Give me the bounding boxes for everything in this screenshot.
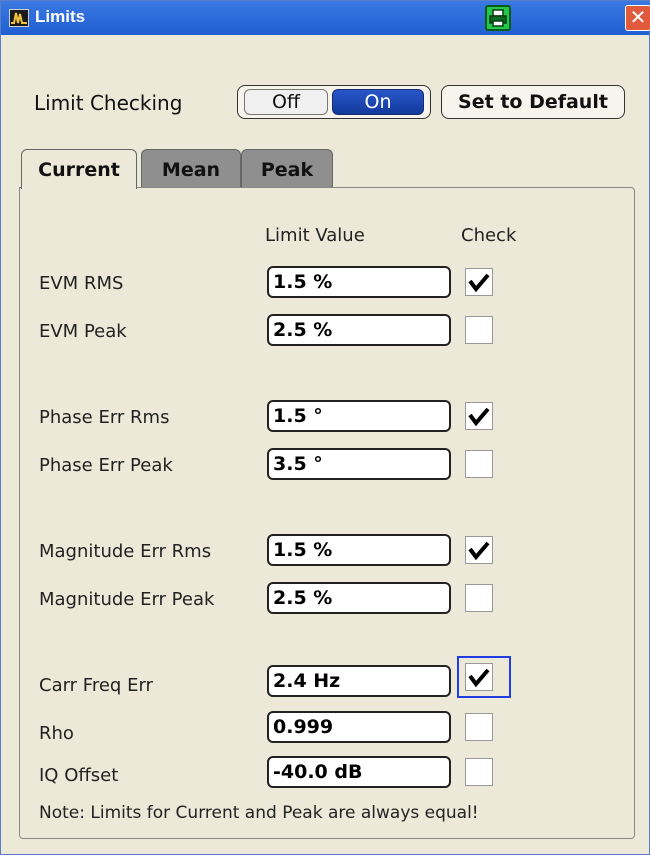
row-label-rho: Rho xyxy=(39,723,74,744)
row-label-iq-offset: IQ Offset xyxy=(39,765,119,786)
row-label-evm-rms: EVM RMS xyxy=(39,273,124,294)
set-to-default-button[interactable]: Set to Default xyxy=(441,85,625,119)
phase-err-rms-checkbox[interactable] xyxy=(465,402,493,430)
tab-peak[interactable]: Peak xyxy=(241,149,333,189)
row-label-carr-freq-err: Carr Freq Err xyxy=(39,675,153,696)
tab-current[interactable]: Current xyxy=(21,149,137,189)
waveform-app-icon xyxy=(9,9,29,27)
row-label-magnitude-err-peak: Magnitude Err Peak xyxy=(39,589,215,610)
row-label-phase-err-rms: Phase Err Rms xyxy=(39,407,170,428)
row-label-phase-err-peak: Phase Err Peak xyxy=(39,455,173,476)
magnitude-err-peak-field[interactable]: 2.5 % xyxy=(267,582,451,614)
check-header: Check xyxy=(461,225,517,246)
rho-checkbox[interactable] xyxy=(465,713,493,741)
title-bar: Limits ✕ xyxy=(1,1,650,35)
evm-peak-checkbox[interactable] xyxy=(465,316,493,344)
checkmark-icon xyxy=(468,273,490,293)
iq-offset-field[interactable]: -40.0 dB xyxy=(267,756,451,788)
note-text: Note: Limits for Current and Peak are al… xyxy=(39,803,479,823)
limit-value-header: Limit Value xyxy=(265,225,365,246)
rho-field[interactable]: 0.999 xyxy=(267,711,451,743)
checkmark-icon xyxy=(468,407,490,427)
carr-freq-err-checkbox[interactable] xyxy=(465,663,493,691)
toggle-off-button[interactable]: Off xyxy=(244,89,328,115)
evm-rms-field[interactable]: 1.5 % xyxy=(267,266,451,298)
phase-err-peak-checkbox[interactable] xyxy=(465,450,493,478)
evm-peak-field[interactable]: 2.5 % xyxy=(267,314,451,346)
limit-checking-toggle: Off On xyxy=(237,85,431,119)
phase-err-rms-field[interactable]: 1.5 ° xyxy=(267,400,451,432)
evm-rms-checkbox[interactable] xyxy=(465,268,493,296)
toggle-on-button[interactable]: On xyxy=(332,89,424,115)
close-icon[interactable]: ✕ xyxy=(625,5,650,31)
tab-mean[interactable]: Mean xyxy=(141,149,241,189)
limits-dialog: Limits ✕ Limit Checking Off On Set to De… xyxy=(0,0,650,855)
window-title: Limits xyxy=(35,7,86,26)
carr-freq-err-field[interactable]: 2.4 Hz xyxy=(267,665,451,697)
magnitude-err-rms-checkbox[interactable] xyxy=(465,536,493,564)
limit-checking-label: Limit Checking xyxy=(34,91,183,115)
magnitude-err-rms-field[interactable]: 1.5 % xyxy=(267,534,451,566)
magnitude-err-peak-checkbox[interactable] xyxy=(465,584,493,612)
row-label-evm-peak: EVM Peak xyxy=(39,321,127,342)
iq-offset-checkbox[interactable] xyxy=(465,758,493,786)
printer-icon[interactable] xyxy=(485,5,511,31)
checkmark-icon xyxy=(468,541,490,561)
checkmark-icon xyxy=(468,668,490,688)
row-label-magnitude-err-rms: Magnitude Err Rms xyxy=(39,541,212,562)
phase-err-peak-field[interactable]: 3.5 ° xyxy=(267,448,451,480)
